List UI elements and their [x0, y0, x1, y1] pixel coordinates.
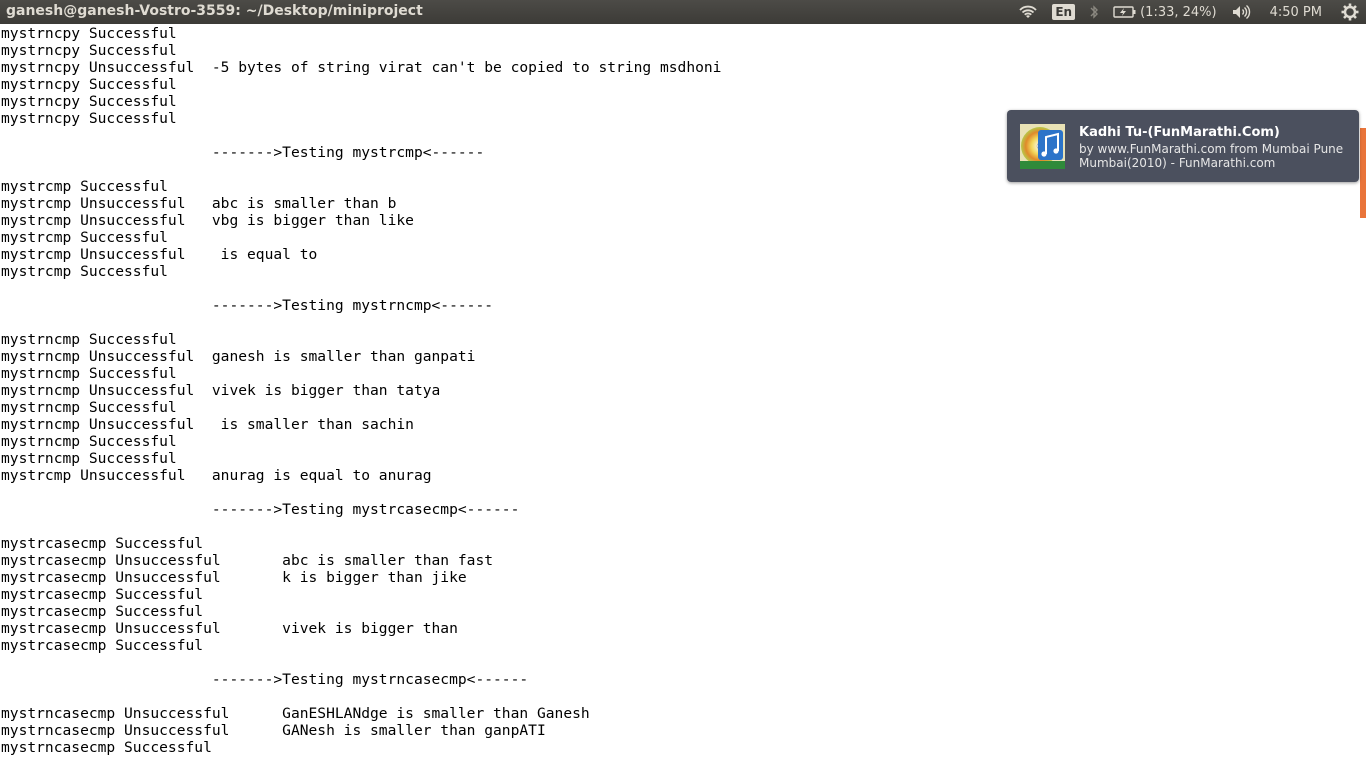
terminal-line: mystrcasecmp Successful	[1, 535, 204, 552]
terminal-line: mystrncpy Unsuccessful -5 bytes of strin…	[1, 59, 722, 76]
notification-title: Kadhi Tu-(FunMarathi.Com)	[1079, 125, 1280, 140]
clock-text: 4:50 PM	[1269, 4, 1322, 20]
terminal-line: mystrncpy Successful	[1, 25, 177, 42]
music-album-icon	[1020, 124, 1065, 169]
terminal-line: ------->Testing mystrncasecmp<------	[1, 671, 529, 688]
wifi-icon	[1019, 5, 1038, 18]
terminal-line: mystrncmp Unsuccessful ganesh is smaller…	[1, 348, 476, 365]
terminal-line: mystrcasecmp Successful	[1, 637, 204, 654]
volume-icon	[1232, 4, 1250, 20]
terminal-line: mystrcmp Unsuccessful anurag is equal to…	[1, 467, 432, 484]
terminal-line: mystrcasecmp Successful	[1, 586, 204, 603]
battery-indicator[interactable]: (1:33, 24%)	[1106, 0, 1224, 24]
battery-text: (1:33, 24%)	[1140, 4, 1217, 20]
terminal-line: mystrncmp Unsuccessful vivek is bigger t…	[1, 382, 441, 399]
notification-body: by www.FunMarathi.com from Mumbai Pune M…	[1079, 142, 1344, 170]
terminal-line: mystrncasecmp Unsuccessful GanESHLANdge …	[1, 705, 590, 722]
terminal-line: mystrncpy Successful	[1, 110, 177, 127]
terminal-line: mystrncmp Unsuccessful is smaller than s…	[1, 416, 414, 433]
terminal-line: ------->Testing mystrcmp<------	[1, 144, 485, 161]
terminal-line: mystrncmp Successful	[1, 433, 177, 450]
terminal-line: mystrncasecmp Unsuccessful GANesh is sma…	[1, 722, 546, 739]
terminal-line: mystrcasecmp Unsuccessful vivek is bigge…	[1, 620, 458, 637]
session-indicator[interactable]	[1334, 0, 1366, 24]
terminal-line: mystrncpy Successful	[1, 93, 177, 110]
clock-indicator[interactable]: 4:50 PM	[1258, 0, 1334, 24]
terminal-line: ------->Testing mystrcasecmp<------	[1, 501, 520, 518]
battery-icon	[1113, 6, 1136, 18]
terminal-lines: mystrncpy Successful mystrncpy Successful…	[1, 25, 721, 756]
language-badge: En	[1052, 4, 1076, 20]
language-indicator[interactable]: En	[1045, 0, 1082, 24]
terminal-line: mystrcmp Successful	[1, 263, 168, 280]
indicator-area: En (1:33, 24%) 4:50 PM	[1011, 0, 1366, 24]
terminal-line: mystrcasecmp Unsuccessful k is bigger th…	[1, 569, 467, 586]
bluetooth-indicator[interactable]	[1082, 0, 1106, 24]
terminal-line: mystrcmp Unsuccessful is equal to	[1, 246, 318, 263]
terminal-line: ------->Testing mystrncmp<------	[1, 297, 494, 314]
wifi-indicator[interactable]	[1011, 0, 1045, 24]
gear-icon	[1341, 3, 1359, 21]
terminal-line: mystrncpy Successful	[1, 42, 177, 59]
terminal-line: mystrcmp Unsuccessful vbg is bigger than…	[1, 212, 414, 229]
terminal-line: mystrncpy Successful	[1, 76, 177, 93]
terminal-line: mystrcmp Successful	[1, 178, 168, 195]
terminal-line: mystrcasecmp Successful	[1, 603, 204, 620]
terminal-line: mystrncasecmp Successful	[1, 739, 212, 756]
terminal-line: mystrcmp Successful	[1, 229, 168, 246]
terminal-line: mystrncmp Successful	[1, 450, 177, 467]
terminal-line: mystrncmp Successful	[1, 331, 177, 348]
terminal-line: mystrncmp Successful	[1, 399, 177, 416]
window-title: ganesh@ganesh-Vostro-3559: ~/Desktop/min…	[6, 3, 423, 19]
bluetooth-icon	[1090, 5, 1099, 19]
scrollbar-handle[interactable]	[1360, 128, 1366, 218]
terminal-line: mystrcasecmp Unsuccessful abc is smaller…	[1, 552, 494, 569]
volume-indicator[interactable]	[1224, 0, 1258, 24]
terminal-line: mystrcmp Unsuccessful abc is smaller tha…	[1, 195, 397, 212]
terminal-line: mystrncmp Successful	[1, 365, 177, 382]
top-panel: ganesh@ganesh-Vostro-3559: ~/Desktop/min…	[0, 0, 1366, 24]
media-notification: Kadhi Tu-(FunMarathi.Com) by www.FunMara…	[1007, 110, 1359, 182]
